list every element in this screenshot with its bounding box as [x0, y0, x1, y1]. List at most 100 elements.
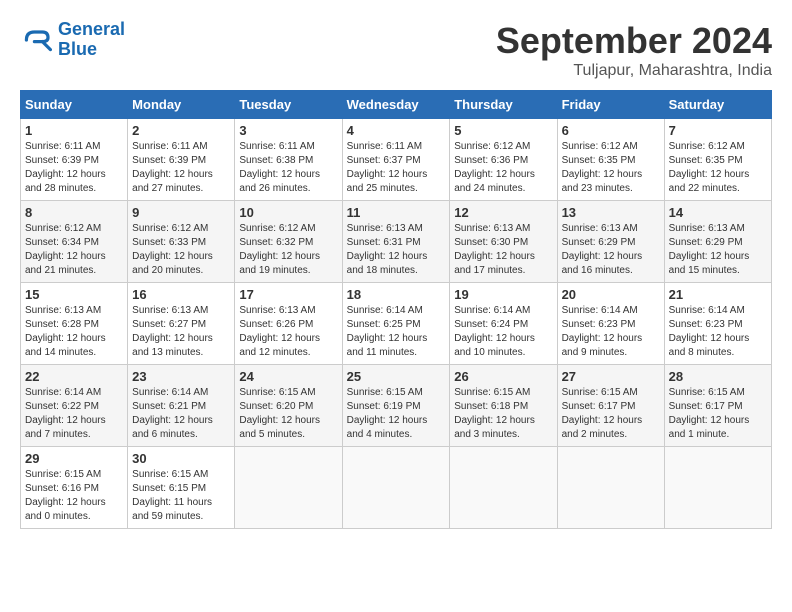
day-number: 3 [239, 123, 337, 138]
day-number: 27 [562, 369, 660, 384]
calendar-day-cell: 27 Sunrise: 6:15 AMSunset: 6:17 PMDayligh… [557, 365, 664, 447]
day-info: Sunrise: 6:15 AMSunset: 6:17 PMDaylight:… [562, 386, 660, 442]
day-info: Sunrise: 6:13 AMSunset: 6:31 PMDaylight:… [347, 222, 446, 278]
day-header-wednesday: Wednesday [342, 91, 450, 119]
logo-text: General Blue [58, 20, 125, 60]
calendar-day-cell: 11 Sunrise: 6:13 AMSunset: 6:31 PMDayligh… [342, 201, 450, 283]
day-number: 18 [347, 287, 446, 302]
day-number: 21 [669, 287, 767, 302]
day-number: 28 [669, 369, 767, 384]
day-number: 14 [669, 205, 767, 220]
day-info: Sunrise: 6:13 AMSunset: 6:29 PMDaylight:… [562, 222, 660, 278]
day-number: 2 [132, 123, 230, 138]
calendar-day-cell: 20 Sunrise: 6:14 AMSunset: 6:23 PMDayligh… [557, 283, 664, 365]
day-number: 8 [25, 205, 123, 220]
calendar-day-cell [342, 447, 450, 529]
calendar-day-cell: 8 Sunrise: 6:12 AMSunset: 6:34 PMDaylight… [21, 201, 128, 283]
calendar-day-cell: 13 Sunrise: 6:13 AMSunset: 6:29 PMDayligh… [557, 201, 664, 283]
day-number: 26 [454, 369, 552, 384]
day-number: 17 [239, 287, 337, 302]
day-info: Sunrise: 6:15 AMSunset: 6:18 PMDaylight:… [454, 386, 552, 442]
day-number: 16 [132, 287, 230, 302]
day-info: Sunrise: 6:13 AMSunset: 6:26 PMDaylight:… [239, 304, 337, 360]
day-info: Sunrise: 6:14 AMSunset: 6:23 PMDaylight:… [669, 304, 767, 360]
calendar-day-cell: 10Sunrise: 6:12 AMSunset: 6:32 PMDayligh… [235, 201, 342, 283]
day-header-thursday: Thursday [450, 91, 557, 119]
calendar-header-row: SundayMondayTuesdayWednesdayThursdayFrid… [21, 91, 772, 119]
logo: General Blue [20, 20, 125, 60]
calendar-table: SundayMondayTuesdayWednesdayThursdayFrid… [20, 90, 772, 529]
day-header-sunday: Sunday [21, 91, 128, 119]
day-number: 6 [562, 123, 660, 138]
calendar-day-cell: 29 Sunrise: 6:15 AMSunset: 6:16 PMDayligh… [21, 447, 128, 529]
day-info: Sunrise: 6:12 AMSunset: 6:36 PMDaylight:… [454, 140, 552, 196]
calendar-week-row: 22Sunrise: 6:14 AMSunset: 6:22 PMDayligh… [21, 365, 772, 447]
day-info: Sunrise: 6:12 AMSunset: 6:35 PMDaylight:… [562, 140, 660, 196]
day-info: Sunrise: 6:11 AMSunset: 6:39 PMDaylight:… [25, 140, 123, 196]
calendar-day-cell: 22Sunrise: 6:14 AMSunset: 6:22 PMDayligh… [21, 365, 128, 447]
day-number: 10 [239, 205, 337, 220]
day-info: Sunrise: 6:14 AMSunset: 6:25 PMDaylight:… [347, 304, 446, 360]
day-number: 29 [25, 451, 123, 466]
day-info: Sunrise: 6:12 AMSunset: 6:35 PMDaylight:… [669, 140, 767, 196]
calendar-day-cell: 16 Sunrise: 6:13 AMSunset: 6:27 PMDayligh… [128, 283, 235, 365]
calendar-day-cell: 2 Sunrise: 6:11 AMSunset: 6:39 PMDaylight… [128, 119, 235, 201]
day-info: Sunrise: 6:14 AMSunset: 6:21 PMDaylight:… [132, 386, 230, 442]
calendar-day-cell: 19Sunrise: 6:14 AMSunset: 6:24 PMDayligh… [450, 283, 557, 365]
page-header: General Blue September 2024 Tuljapur, Ma… [20, 20, 772, 80]
day-info: Sunrise: 6:11 AMSunset: 6:39 PMDaylight:… [132, 140, 230, 196]
calendar-day-cell: 30 Sunrise: 6:15 AMSunset: 6:15 PMDayligh… [128, 447, 235, 529]
day-info: Sunrise: 6:15 AMSunset: 6:19 PMDaylight:… [347, 386, 446, 442]
day-info: Sunrise: 6:15 AMSunset: 6:16 PMDaylight:… [25, 468, 123, 524]
calendar-day-cell: 4 Sunrise: 6:11 AMSunset: 6:37 PMDaylight… [342, 119, 450, 201]
day-number: 25 [347, 369, 446, 384]
day-info: Sunrise: 6:13 AMSunset: 6:30 PMDaylight:… [454, 222, 552, 278]
day-number: 4 [347, 123, 446, 138]
calendar-week-row: 29 Sunrise: 6:15 AMSunset: 6:16 PMDayligh… [21, 447, 772, 529]
location-subtitle: Tuljapur, Maharashtra, India [496, 62, 772, 80]
day-info: Sunrise: 6:15 AMSunset: 6:15 PMDaylight:… [132, 468, 230, 524]
calendar-day-cell: 23Sunrise: 6:14 AMSunset: 6:21 PMDayligh… [128, 365, 235, 447]
calendar-body: 1 Sunrise: 6:11 AMSunset: 6:39 PMDaylight… [21, 119, 772, 529]
logo-line1: General [58, 19, 125, 39]
day-number: 13 [562, 205, 660, 220]
logo-icon [20, 24, 52, 56]
calendar-week-row: 8 Sunrise: 6:12 AMSunset: 6:34 PMDaylight… [21, 201, 772, 283]
logo-line2: Blue [58, 39, 97, 59]
day-info: Sunrise: 6:12 AMSunset: 6:33 PMDaylight:… [132, 222, 230, 278]
day-number: 19 [454, 287, 552, 302]
day-number: 5 [454, 123, 552, 138]
calendar-week-row: 1 Sunrise: 6:11 AMSunset: 6:39 PMDaylight… [21, 119, 772, 201]
day-header-friday: Friday [557, 91, 664, 119]
day-info: Sunrise: 6:12 AMSunset: 6:34 PMDaylight:… [25, 222, 123, 278]
calendar-day-cell: 18 Sunrise: 6:14 AMSunset: 6:25 PMDayligh… [342, 283, 450, 365]
day-info: Sunrise: 6:13 AMSunset: 6:27 PMDaylight:… [132, 304, 230, 360]
day-info: Sunrise: 6:14 AMSunset: 6:23 PMDaylight:… [562, 304, 660, 360]
day-header-saturday: Saturday [664, 91, 771, 119]
calendar-day-cell: 15Sunrise: 6:13 AMSunset: 6:28 PMDayligh… [21, 283, 128, 365]
calendar-day-cell: 1 Sunrise: 6:11 AMSunset: 6:39 PMDaylight… [21, 119, 128, 201]
day-header-monday: Monday [128, 91, 235, 119]
calendar-day-cell: 9 Sunrise: 6:12 AMSunset: 6:33 PMDaylight… [128, 201, 235, 283]
day-info: Sunrise: 6:13 AMSunset: 6:28 PMDaylight:… [25, 304, 123, 360]
day-number: 1 [25, 123, 123, 138]
day-number: 30 [132, 451, 230, 466]
day-info: Sunrise: 6:14 AMSunset: 6:22 PMDaylight:… [25, 386, 123, 442]
day-number: 12 [454, 205, 552, 220]
title-block: September 2024 Tuljapur, Maharashtra, In… [496, 20, 772, 80]
day-number: 11 [347, 205, 446, 220]
calendar-day-cell: 3Sunrise: 6:11 AMSunset: 6:38 PMDaylight… [235, 119, 342, 201]
day-number: 20 [562, 287, 660, 302]
day-number: 7 [669, 123, 767, 138]
day-number: 9 [132, 205, 230, 220]
calendar-day-cell: 6 Sunrise: 6:12 AMSunset: 6:35 PMDaylight… [557, 119, 664, 201]
day-info: Sunrise: 6:11 AMSunset: 6:37 PMDaylight:… [347, 140, 446, 196]
day-number: 24 [239, 369, 337, 384]
calendar-day-cell: 7 Sunrise: 6:12 AMSunset: 6:35 PMDaylight… [664, 119, 771, 201]
calendar-day-cell: 24Sunrise: 6:15 AMSunset: 6:20 PMDayligh… [235, 365, 342, 447]
calendar-day-cell: 17 Sunrise: 6:13 AMSunset: 6:26 PMDayligh… [235, 283, 342, 365]
calendar-day-cell [235, 447, 342, 529]
day-info: Sunrise: 6:13 AMSunset: 6:29 PMDaylight:… [669, 222, 767, 278]
calendar-day-cell: 26 Sunrise: 6:15 AMSunset: 6:18 PMDayligh… [450, 365, 557, 447]
calendar-day-cell [450, 447, 557, 529]
